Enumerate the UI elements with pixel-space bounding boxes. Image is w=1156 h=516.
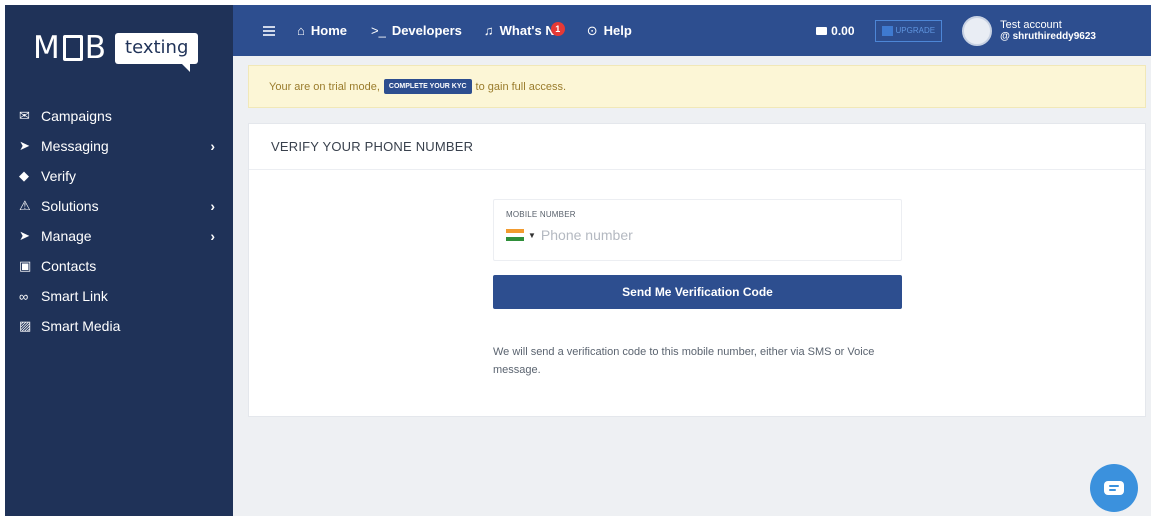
mobile-number-label: MOBILE NUMBER [506,210,576,219]
megaphone-icon: ✉ [19,108,30,123]
terminal-icon: >_ [370,23,386,38]
account-username: @ shruthireddy9623 [1000,31,1096,43]
nav-whats-new-label: What's N [499,23,555,38]
sidebar-item-label: Campaigns [41,108,112,124]
send-verification-code-button[interactable]: Send Me Verification Code [493,275,902,309]
nav-developers-link[interactable]: >_ Developers [371,23,462,38]
sidebar-item-label: Messaging [41,138,109,154]
sidebar-nav: ✉ Campaigns ➤ Messaging › ◆ Verify ⚠ Sol… [5,101,233,341]
sidebar-item-verify[interactable]: ◆ Verify [5,161,233,191]
nav-help-label: Help [603,23,632,38]
chat-widget-button[interactable] [1090,464,1138,512]
warning-icon: ⚠ [19,198,31,213]
shield-check-icon: ◆ [19,168,29,183]
sidebar-item-messaging[interactable]: ➤ Messaging › [5,131,233,161]
sidebar-item-campaigns[interactable]: ✉ Campaigns [5,101,233,131]
top-bar: ⌂ Home >_ Developers ♫ What's N 1 ⊙ Help… [233,5,1151,56]
logo-o-box [62,35,83,61]
sidebar-item-label: Solutions [41,198,99,214]
send-icon: ➤ [19,228,30,243]
logo-letter-m: M [33,29,61,66]
send-icon: ➤ [19,138,30,153]
sidebar: M B texting ✉ Campaigns ➤ Messaging › ◆ … [5,5,233,516]
mobile-number-field: MOBILE NUMBER ▼ [493,199,902,261]
nav-home-link[interactable]: ⌂ Home [297,23,347,38]
notification-badge: 1 [550,21,565,36]
nav-help-link[interactable]: ⊙ Help [587,23,632,39]
chevron-right-icon: › [210,138,215,154]
verify-phone-card: VERIFY YOUR PHONE NUMBER MOBILE NUMBER ▼… [248,123,1146,417]
sidebar-item-solutions[interactable]: ⚠ Solutions › [5,191,233,221]
logo-mob: M B [33,29,108,66]
upgrade-button[interactable]: UPGRADE [874,19,943,42]
link-icon: ∞ [19,288,29,304]
trial-text-suffix: to gain full access. [475,80,567,93]
sidebar-item-label: Smart Link [41,288,108,304]
sidebar-item-label: Verify [41,168,77,184]
trial-text-prefix: Your are on trial mode, [269,80,380,93]
wallet-balance[interactable]: 0.00 [816,23,855,38]
sidebar-item-smart-media[interactable]: ▨ Smart Media [5,311,233,341]
help-circle-icon: ⊙ [586,22,598,38]
sidebar-item-label: Smart Media [41,318,121,334]
app-frame: M B texting ✉ Campaigns ➤ Messaging › ◆ … [5,5,1151,516]
contacts-icon: ▣ [19,258,32,273]
wallet-balance-value: 0.00 [831,23,855,38]
nav-home-label: Home [310,23,347,38]
home-icon: ⌂ [297,23,305,38]
chat-icon [1104,481,1124,495]
avatar [962,15,993,46]
sidebar-item-contacts[interactable]: ▣ Contacts [5,251,233,281]
chevron-right-icon: › [210,198,215,214]
country-dropdown-caret-icon[interactable]: ▼ [528,231,536,240]
image-icon: ▨ [19,318,32,333]
phone-number-input[interactable] [540,227,861,243]
upgrade-icon [881,25,893,36]
sidebar-item-label: Contacts [41,258,97,274]
nav-developers-label: Developers [391,23,462,38]
account-menu[interactable]: Test account @ shruthireddy9623 [962,15,1096,46]
nav-whats-new-link[interactable]: ♫ What's N 1 [483,21,565,38]
mobtexting-logo[interactable]: M B texting [33,23,199,73]
account-name: Test account [1000,18,1062,31]
logo-letter-b: B [84,29,108,66]
sidebar-item-label: Manage [41,228,92,244]
sidebar-item-manage[interactable]: ➤ Manage › [5,221,233,251]
upgrade-label: UPGRADE [895,26,936,35]
complete-kyc-button[interactable]: COMPLETE YOUR KYC [383,79,472,94]
card-title: VERIFY YOUR PHONE NUMBER [249,124,1145,170]
hamburger-menu-icon[interactable] [263,25,275,36]
trial-banner: Your are on trial mode, COMPLETE YOUR KY… [248,65,1146,108]
wallet-icon [816,26,828,35]
phone-input-row: ▼ [506,227,889,243]
account-info: Test account @ shruthireddy9623 [1000,19,1096,42]
logo-texting-bubble: texting [115,32,199,72]
sidebar-item-smart-link[interactable]: ∞ Smart Link [5,281,233,311]
india-flag-icon[interactable] [506,229,524,241]
verification-note: We will send a verification code to this… [493,346,875,376]
chevron-right-icon: › [210,228,215,244]
bell-icon: ♫ [483,23,494,38]
